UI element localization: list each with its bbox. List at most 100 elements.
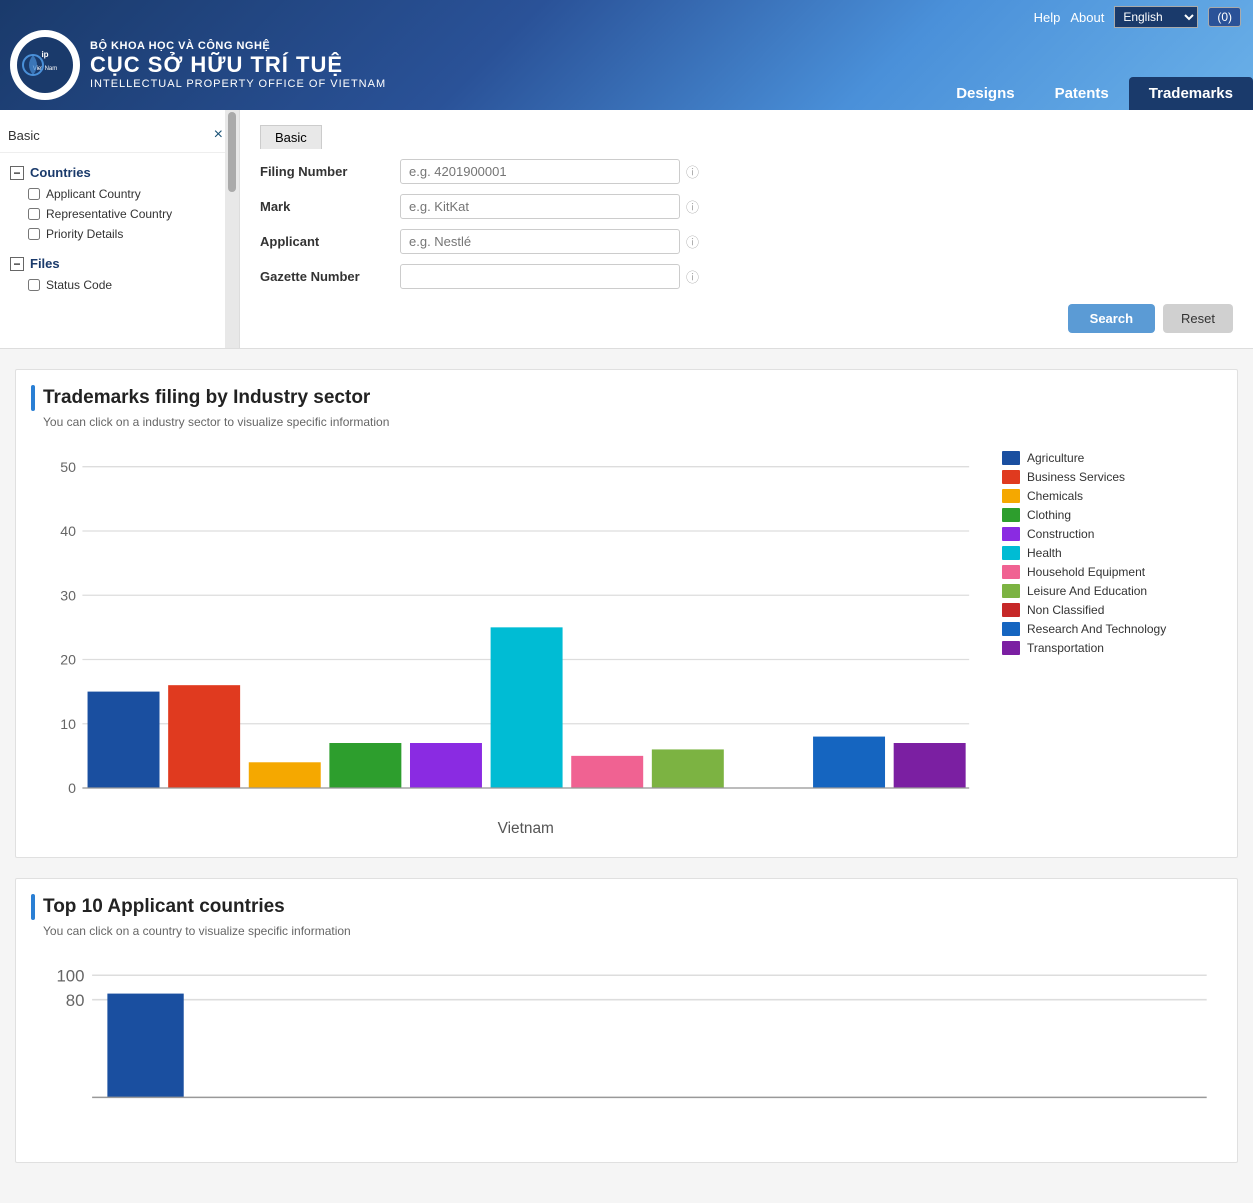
svg-text:30: 30 [60,587,76,603]
sidebar: Basic × − Countries Applicant Country [0,110,240,348]
label-gazette_number: Gazette Number [260,269,400,284]
bar-household-equipment[interactable] [571,756,643,788]
label-filing_number: Filing Number [260,164,400,179]
bar-leisure-and-education[interactable] [652,749,724,788]
legend-item-household-equipment[interactable]: Household Equipment [1002,565,1222,579]
status-code-label: Status Code [46,278,112,292]
legend-label: Business Services [1027,470,1125,484]
svg-text:Vietnam: Vietnam [498,820,554,837]
help-link[interactable]: Help [1034,10,1061,25]
info-icon-filing_number[interactable]: ⓘ [686,162,699,181]
svg-text:0: 0 [68,780,76,796]
bar-health[interactable] [491,627,563,788]
industry-chart-container: Trademarks filing by Industry sector You… [15,369,1238,858]
svg-text:40: 40 [60,523,76,539]
legend-color [1002,546,1020,560]
svg-text:50: 50 [60,459,76,475]
legend-item-clothing[interactable]: Clothing [1002,508,1222,522]
bar-clothing[interactable] [329,743,401,788]
sidebar-item-applicant-country[interactable]: Applicant Country [8,184,231,204]
sidebar-item-representative-country[interactable]: Representative Country [8,204,231,224]
ministry-name: BỘ KHOA HỌC VÀ CÔNG NGHỆ [90,40,386,52]
legend-color [1002,584,1020,598]
nav-trademarks[interactable]: Trademarks [1129,77,1253,110]
legend-label: Leisure And Education [1027,584,1147,598]
search-form: Filing Number ⓘ Mark ⓘ Applicant ⓘ Gazet… [260,159,1233,289]
form-row-applicant: Applicant ⓘ [260,229,1233,254]
files-section-header[interactable]: − Files [8,252,231,275]
legend-color [1002,508,1020,522]
legend-color [1002,451,1020,465]
nav-patents[interactable]: Patents [1035,77,1129,110]
header-top-bar: Help About English Tiếng Việt (0) [1022,0,1253,34]
input-applicant[interactable] [400,229,680,254]
sidebar-item-status-code[interactable]: Status Code [8,275,231,295]
representative-country-checkbox[interactable] [28,208,40,220]
sidebar-content: − Countries Applicant Country Representa… [0,153,239,299]
top10-svg: 10080 [31,960,1222,1143]
legend-label: Chemicals [1027,489,1083,503]
legend-color [1002,565,1020,579]
legend-item-chemicals[interactable]: Chemicals [1002,489,1222,503]
input-filing_number[interactable] [400,159,680,184]
legend-item-construction[interactable]: Construction [1002,527,1222,541]
legend-item-health[interactable]: Health [1002,546,1222,560]
info-icon-applicant[interactable]: ⓘ [686,232,699,251]
files-label: Files [30,256,60,271]
legend-label: Clothing [1027,508,1071,522]
search-button[interactable]: Search [1068,304,1155,333]
bar-research-and-technology[interactable] [813,737,885,788]
reset-button[interactable]: Reset [1163,304,1233,333]
top10-chart-wrap: 10080 [31,950,1222,1146]
status-code-checkbox[interactable] [28,279,40,291]
sidebar-scrollbar[interactable] [225,110,239,348]
nav-designs[interactable]: Designs [936,77,1034,110]
svg-text:10: 10 [60,716,76,732]
top10-chart-accent [31,894,35,920]
search-buttons: Search Reset [260,304,1233,333]
sidebar-scroll-thumb [228,112,236,192]
input-mark[interactable] [400,194,680,219]
language-select[interactable]: English Tiếng Việt [1114,6,1198,28]
basic-tab[interactable]: Basic [260,125,322,149]
input-gazette_number[interactable] [400,264,680,289]
countries-label: Countries [30,165,91,180]
info-icon-gazette_number[interactable]: ⓘ [686,267,699,286]
legend-item-business-services[interactable]: Business Services [1002,470,1222,484]
representative-country-label: Representative Country [46,207,172,221]
bar-transportation[interactable] [894,743,966,788]
logo-area: ip Viet Nam BỘ KHOA HỌC VÀ CÔNG NGHỆ CỤC… [0,30,936,110]
user-badge: (0) [1208,7,1241,27]
info-icon-mark[interactable]: ⓘ [686,197,699,216]
legend-label: Agriculture [1027,451,1084,465]
priority-details-checkbox[interactable] [28,228,40,240]
bar-business-services[interactable] [168,685,240,788]
legend-label: Health [1027,546,1062,560]
countries-section-header[interactable]: − Countries [8,161,231,184]
legend-item-leisure-and-education[interactable]: Leisure And Education [1002,584,1222,598]
bar-agriculture[interactable] [88,692,160,788]
about-link[interactable]: About [1070,10,1104,25]
bar-chemicals[interactable] [249,762,321,788]
industry-chart-title-bar: Trademarks filing by Industry sector [31,385,1222,411]
top10-chart-container: Top 10 Applicant countries You can click… [15,878,1238,1162]
legend-item-transportation[interactable]: Transportation [1002,641,1222,655]
applicant-country-checkbox[interactable] [28,188,40,200]
industry-svg: 50403020100Vietnam [31,441,982,839]
legend-label: Non Classified [1027,603,1104,617]
org-name: CỤC SỞ HỮU TRÍ TUỆ [90,52,386,78]
sidebar-item-priority-details[interactable]: Priority Details [8,224,231,244]
legend-item-agriculture[interactable]: Agriculture [1002,451,1222,465]
legend-item-research-and-technology[interactable]: Research And Technology [1002,622,1222,636]
nav-tabs: Designs Patents Trademarks [936,77,1253,110]
legend-color [1002,527,1020,541]
bar-vietnam-top10[interactable] [107,994,183,1098]
files-collapse-icon: − [10,257,24,271]
svg-text:100: 100 [56,967,84,986]
industry-chart-subtitle: You can click on a industry sector to vi… [43,415,1222,429]
bar-construction[interactable] [410,743,482,788]
legend-item-non-classified[interactable]: Non Classified [1002,603,1222,617]
legend-color [1002,622,1020,636]
industry-chart-title: Trademarks filing by Industry sector [43,387,370,409]
form-row-filing_number: Filing Number ⓘ [260,159,1233,184]
